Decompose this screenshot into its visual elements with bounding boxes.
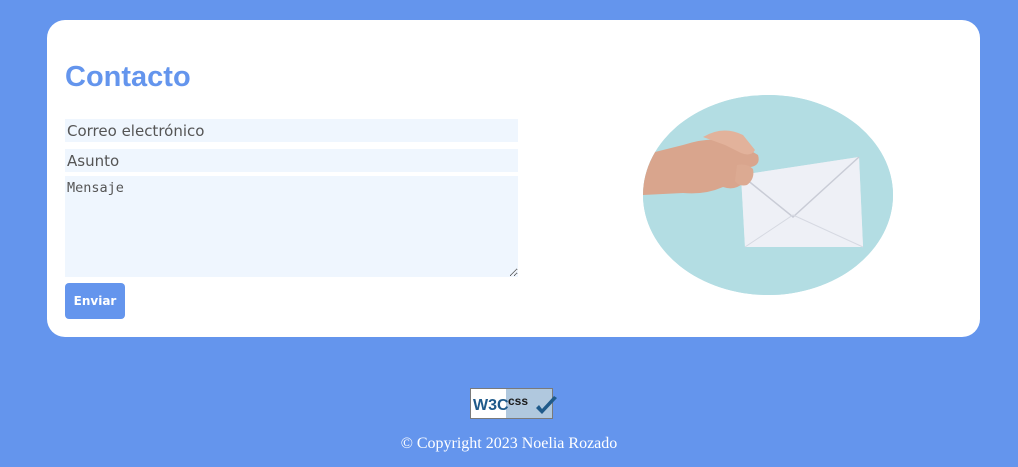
email-field[interactable] (65, 119, 518, 142)
message-textarea[interactable] (65, 176, 518, 277)
page-title: Contacto (65, 61, 191, 93)
send-button[interactable]: Enviar (65, 283, 125, 319)
contact-card: Contacto Enviar (47, 20, 980, 337)
copyright-text: © Copyright 2023 Noelia Rozado (400, 435, 618, 452)
subject-field[interactable] (65, 149, 518, 172)
w3c-text: W3C (473, 397, 509, 414)
envelope-photo (643, 95, 893, 295)
w3c-css-badge[interactable]: W3C css (470, 388, 558, 420)
css-text: css (508, 394, 528, 408)
hand-holding-envelope-photo (643, 95, 893, 295)
